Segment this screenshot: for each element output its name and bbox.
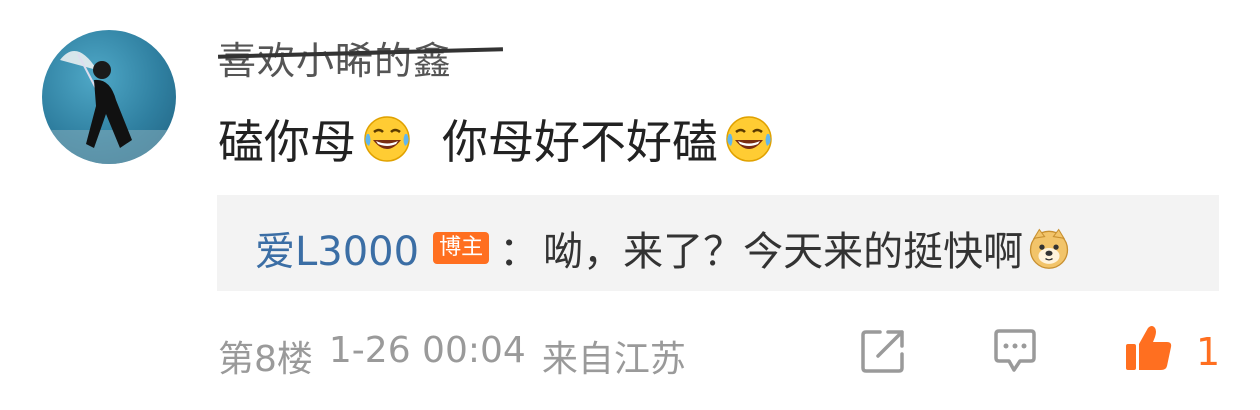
comment-footer: 第8楼 1-26 00:04 来自江苏 <box>218 330 686 382</box>
comment-datetime: 1-26 00:04 <box>328 330 526 371</box>
comment-text-part2: 你母好不好磕 <box>442 115 718 169</box>
reply-separator: ： <box>499 229 540 275</box>
reply-line: 爱L3000 博主 ： 呦，来了？今天来的挺快啊 <box>255 219 1071 277</box>
like-count: 1 <box>1196 330 1221 374</box>
laughing-tears-icon <box>364 116 410 162</box>
like-icon[interactable] <box>1122 322 1176 376</box>
comment-icon[interactable] <box>990 326 1040 376</box>
laughing-tears-icon <box>726 116 772 162</box>
comment-location: 来自江苏 <box>541 339 686 380</box>
comment-text-part1: 磕你母 <box>218 115 356 169</box>
comment-text: 磕你母 你母好不好磕 <box>218 106 774 172</box>
reply-author[interactable]: 爱L3000 <box>255 219 419 277</box>
blogger-badge: 博主 <box>433 232 490 264</box>
reply-text: 呦，来了？今天来的挺快啊 <box>543 229 1024 275</box>
avatar[interactable] <box>42 30 176 164</box>
reply-box[interactable]: 爱L3000 博主 ： 呦，来了？今天来的挺快啊 <box>217 195 1219 291</box>
share-icon[interactable] <box>858 326 908 376</box>
floor-number: 第8楼 <box>218 339 313 380</box>
doge-icon <box>1029 228 1069 269</box>
